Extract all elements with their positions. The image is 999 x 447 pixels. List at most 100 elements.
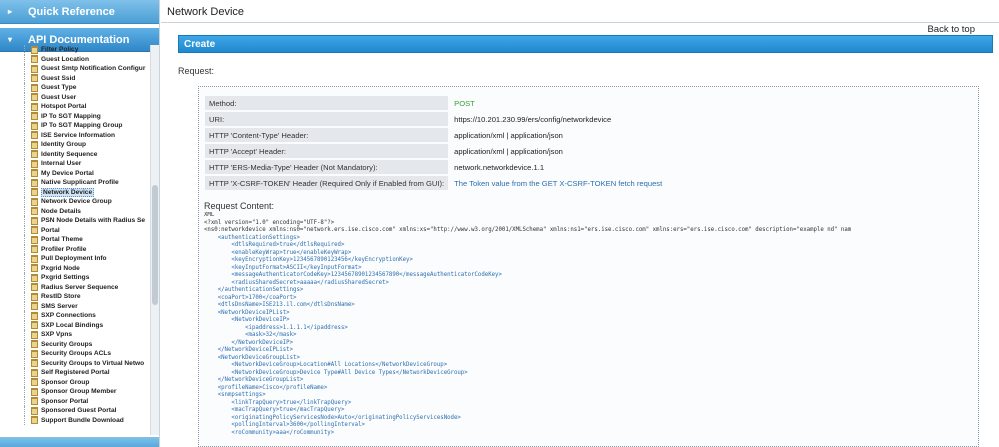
sidebar-item-label: ISE Service Information [41, 131, 116, 139]
sidebar-item-support-bundle-download[interactable]: Support Bundle Download [0, 415, 150, 426]
code-line: </NetworkDeviceIP> [204, 339, 294, 346]
request-row-value: network.networkdevice.1.1 [454, 162, 545, 172]
code-line: <NetworkDeviceGroup>Device Type#All Devi… [204, 369, 468, 376]
sidebar-item-label: SXP Vpns [41, 331, 73, 339]
code-line: <originatingPolicyServicesNode>Auto</ori… [204, 414, 461, 421]
sidebar-item-label: Security Groups [41, 340, 93, 348]
sidebar-item-label: Native Supplicant Profile [41, 179, 119, 187]
code-line: <NetworkDeviceGroupList> [204, 354, 300, 361]
code-line: <dtlsDnsName>ISE213.il.com</dtlsDnsName> [204, 302, 355, 308]
document-icon [31, 378, 38, 387]
accordion-next-section[interactable] [0, 437, 159, 447]
back-to-top-link[interactable]: Back to top [927, 24, 975, 35]
sidebar-item-label: Pull Deployment Info [41, 255, 107, 263]
sidebar-item-security-groups-acls[interactable]: Security Groups ACLs [0, 349, 150, 359]
request-row-value: application/xml | application/json [454, 146, 563, 156]
sidebar-item-label: Self Registered Portal [41, 369, 110, 377]
sidebar-item-network-device[interactable]: Network Device [0, 187, 150, 198]
document-icon [31, 178, 38, 187]
chevron-down-icon: ▾ [8, 35, 13, 44]
document-icon [31, 359, 38, 368]
sidebar-item-sxp-local-bindings[interactable]: SXP Local Bindings [0, 320, 150, 331]
sidebar-item-network-device-group[interactable]: Network Device Group [0, 197, 150, 207]
sidebar-item-label: Security Groups to Virtual Netwo [41, 359, 145, 367]
sidebar-item-identity-sequence[interactable]: Identity Sequence [0, 149, 150, 160]
sidebar-item-portal-theme[interactable]: Portal Theme [0, 235, 150, 245]
code-line: <pollingInterval>3600</pollingInterval> [204, 422, 365, 428]
sidebar-item-label: IP To SGT Mapping [41, 112, 101, 120]
document-icon [31, 207, 38, 216]
request-row-key: Method: [205, 96, 449, 110]
sidebar-item-guest-location[interactable]: Guest Location [0, 54, 150, 65]
code-line: <snmpsettings> [204, 392, 266, 398]
sidebar-item-native-supplicant-profile[interactable]: Native Supplicant Profile [0, 178, 150, 188]
sidebar-item-node-details[interactable]: Node Details [0, 206, 150, 217]
sidebar-item-self-registered-portal[interactable]: Self Registered Portal [0, 368, 150, 378]
sidebar-item-hotspot-portal[interactable]: Hotspot Portal [0, 102, 150, 112]
document-icon [31, 235, 38, 244]
sidebar-item-ip-to-sgt-mapping-group[interactable]: IP To SGT Mapping Group [0, 121, 150, 131]
sidebar-item-sponsor-group-member[interactable]: Sponsor Group Member [0, 387, 150, 397]
sidebar-item-guest-ssid[interactable]: Guest Ssid [0, 73, 150, 84]
sidebar-item-identity-group[interactable]: Identity Group [0, 140, 150, 150]
request-row-key: URI: [205, 112, 449, 126]
document-icon [31, 121, 38, 130]
sidebar-item-security-groups[interactable]: Security Groups [0, 339, 150, 350]
sidebar-item-restid-store[interactable]: RestID Store [0, 292, 150, 302]
sidebar-item-filter-policy[interactable]: Filter Policy [0, 45, 150, 55]
request-row-key: HTTP 'Accept' Header: [205, 144, 449, 158]
sidebar-item-pxgrid-settings[interactable]: Pxgrid Settings [0, 273, 150, 283]
sidebar-item-label: Pxgrid Node [41, 264, 80, 272]
code-line: <dtlsRequired>true</dtlsRequired> [204, 242, 345, 248]
request-label: Request: [178, 66, 215, 76]
sidebar-item-profiler-profile[interactable]: Profiler Profile [0, 244, 150, 255]
sidebar-item-ip-to-sgt-mapping[interactable]: IP To SGT Mapping [0, 111, 150, 122]
sidebar-item-sponsor-portal[interactable]: Sponsor Portal [0, 396, 150, 407]
code-line: <keyEncryptionKey>1234567890123456</keyE… [204, 257, 413, 263]
document-icon [31, 45, 38, 54]
sidebar-item-guest-smtp-notification-configur[interactable]: Guest Smtp Notification Configur [0, 64, 150, 74]
code-line: <radiusSharedSecret>aaaaa</radiusSharedS… [204, 279, 389, 286]
document-icon [31, 368, 38, 377]
document-icon [31, 292, 38, 301]
document-icon [31, 64, 38, 73]
sidebar-item-security-groups-to-virtual-netwo[interactable]: Security Groups to Virtual Netwo [0, 358, 150, 369]
sidebar-item-portal[interactable]: Portal [0, 225, 150, 236]
request-details-table: Method: POST URI: https://10.201.230.99/ers… [205, 94, 905, 192]
sidebar-item-sms-server[interactable]: SMS Server [0, 301, 150, 312]
code-line: <authenticationSettings> [204, 234, 300, 241]
accordion-quick-reference[interactable]: ▸ Quick Reference [0, 0, 159, 24]
sidebar-scroll-thumb[interactable] [152, 185, 158, 305]
code-line: <enableKeyWrap>true</enableKeyWrap> [204, 249, 352, 256]
document-icon [31, 387, 38, 396]
sidebar-item-label: Network Device Group [41, 198, 112, 206]
sidebar-item-sponsor-group[interactable]: Sponsor Group [0, 377, 150, 388]
sidebar-item-ise-service-information[interactable]: ISE Service Information [0, 130, 150, 141]
sidebar-item-label: Profiler Profile [41, 245, 87, 253]
sidebar-item-pull-deployment-info[interactable]: Pull Deployment Info [0, 254, 150, 264]
code-line: <coaPort>1700</coaPort> [204, 294, 297, 301]
code-line: <roCommunity>aaa</roCommunity> [204, 429, 335, 436]
sidebar-item-label: Guest User [41, 93, 77, 101]
sidebar-item-guest-user[interactable]: Guest User [0, 92, 150, 103]
document-icon [31, 197, 38, 206]
sidebar-scrollbar[interactable] [150, 45, 159, 435]
create-section-header[interactable]: Create [178, 35, 993, 53]
page-title: Network Device [167, 6, 245, 18]
sidebar-item-label: Guest Ssid [41, 74, 76, 82]
sidebar-item-sxp-connections[interactable]: SXP Connections [0, 311, 150, 321]
sidebar-item-pxgrid-node[interactable]: Pxgrid Node [0, 263, 150, 274]
sidebar-item-psn-node-details-with-radius-se[interactable]: PSN Node Details with Radius Se [0, 216, 150, 226]
sidebar-item-my-device-portal[interactable]: My Device Portal [0, 168, 150, 179]
document-icon [31, 102, 38, 111]
sidebar-item-label: Portal Theme [41, 236, 83, 244]
sidebar-item-sponsored-guest-portal[interactable]: Sponsored Guest Portal [0, 406, 150, 416]
sidebar-item-radius-server-sequence[interactable]: Radius Server Sequence [0, 282, 150, 293]
sidebar-item-sxp-vpns[interactable]: SXP Vpns [0, 330, 150, 340]
sidebar-item-label: SXP Connections [41, 312, 96, 320]
request-row-value: application/xml | application/json [454, 130, 563, 140]
document-icon [31, 273, 38, 282]
sidebar-item-guest-type[interactable]: Guest Type [0, 83, 150, 93]
code-line: </NetworkDeviceGroupList> [204, 377, 304, 383]
sidebar-item-internal-user[interactable]: Internal User [0, 159, 150, 169]
